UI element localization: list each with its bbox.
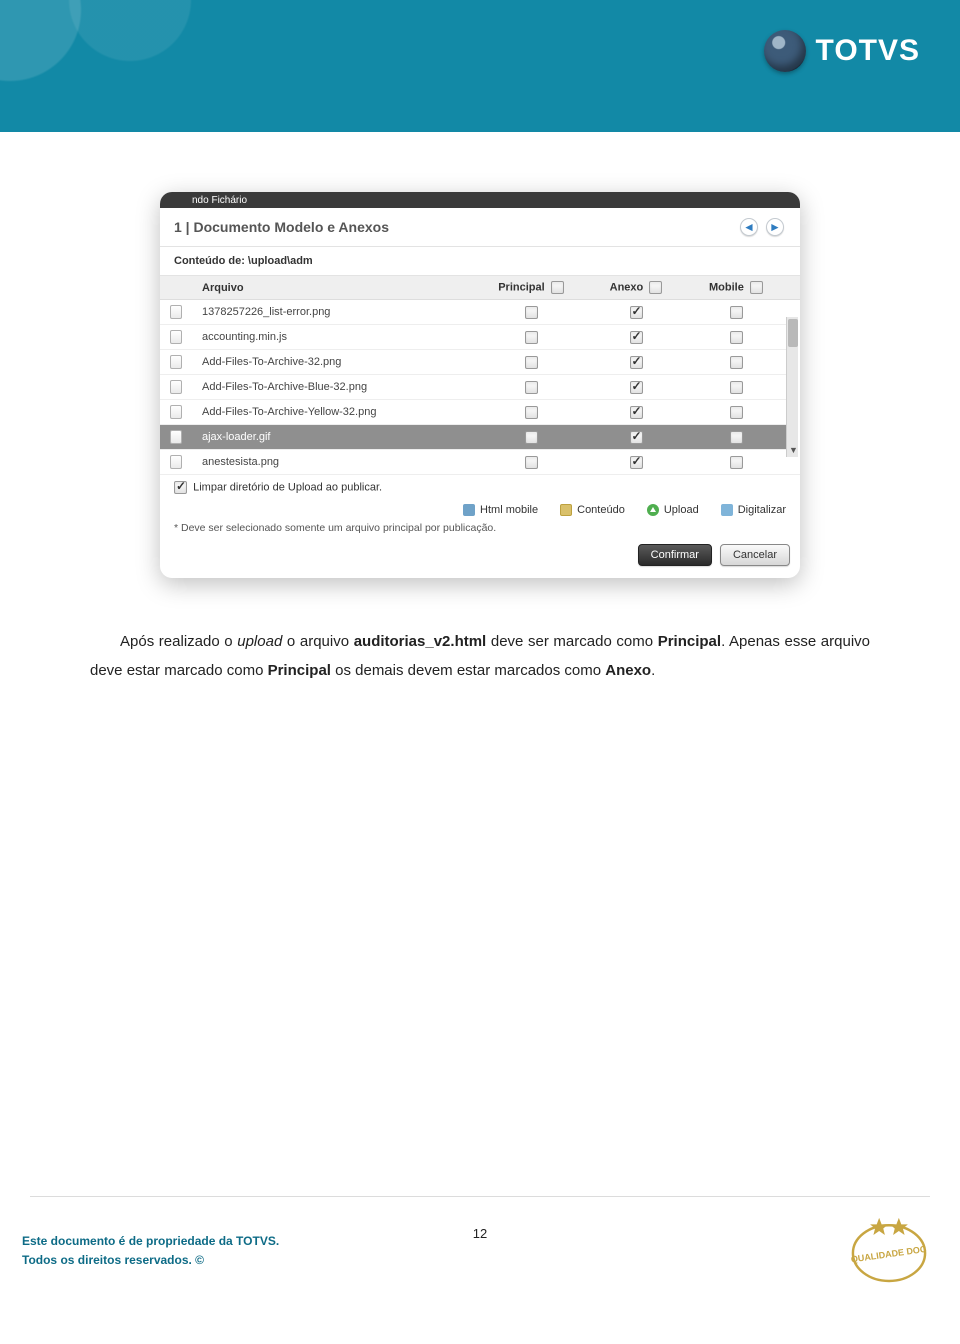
principal-note: * Deve ser selecionado somente um arquiv… <box>160 522 800 544</box>
html-mobile-icon <box>463 504 475 516</box>
file-icon <box>170 455 182 469</box>
principal-checkbox[interactable] <box>525 381 538 394</box>
page-header: TOTVS <box>0 0 960 132</box>
table-scrollbar[interactable]: ▼ <box>786 317 798 457</box>
file-name: ajax-loader.gif <box>192 425 476 450</box>
file-name: accounting.min.js <box>192 325 476 350</box>
table-row[interactable]: 1378257226_list-error.png▼ <box>160 300 800 325</box>
table-row[interactable]: Add-Files-To-Archive-Blue-32.png <box>160 375 800 400</box>
window-title: ndo Fichário <box>160 192 800 208</box>
table-row[interactable]: ajax-loader.gif <box>160 425 800 450</box>
file-icon <box>170 380 182 394</box>
mobile-checkbox[interactable] <box>730 306 743 319</box>
table-row[interactable]: anestesista.png <box>160 450 800 475</box>
dialog-header: 1 | Documento Modelo e Anexos ◄ ► <box>160 208 800 247</box>
dialog-title: 1 | Documento Modelo e Anexos <box>174 219 389 235</box>
action-digitalizar[interactable]: Digitalizar <box>721 504 786 516</box>
dialog-actions: Html mobile Conteúdo Upload Digitalizar <box>160 498 800 522</box>
cancel-button[interactable]: Cancelar <box>720 544 790 566</box>
nav-prev-icon[interactable]: ◄ <box>740 218 758 236</box>
file-icon <box>170 430 182 444</box>
file-icon <box>170 355 182 369</box>
header-principal-checkbox[interactable] <box>551 281 564 294</box>
confirm-button[interactable]: Confirmar <box>638 544 712 566</box>
file-name: anestesista.png <box>192 450 476 475</box>
conteudo-icon <box>560 504 572 516</box>
mobile-checkbox[interactable] <box>730 356 743 369</box>
nav-next-icon[interactable]: ► <box>766 218 784 236</box>
header-anexo-checkbox[interactable] <box>649 281 662 294</box>
action-html-mobile[interactable]: Html mobile <box>463 504 538 516</box>
mobile-checkbox[interactable] <box>730 406 743 419</box>
quality-stamp-icon: QUALIDADE DOC <box>846 1208 932 1290</box>
action-conteudo[interactable]: Conteúdo <box>560 504 625 516</box>
anexo-checkbox[interactable] <box>630 331 643 344</box>
scan-icon <box>721 504 733 516</box>
principal-checkbox[interactable] <box>525 456 538 469</box>
brand-logo: TOTVS <box>764 30 920 72</box>
anexo-checkbox[interactable] <box>630 456 643 469</box>
table-row[interactable]: Add-Files-To-Archive-32.png <box>160 350 800 375</box>
principal-checkbox[interactable] <box>525 331 538 344</box>
footer-copyright: Este documento é de propriedade da TOTVS… <box>22 1232 279 1270</box>
principal-checkbox[interactable] <box>525 356 538 369</box>
table-row[interactable]: accounting.min.js <box>160 325 800 350</box>
action-upload[interactable]: Upload <box>647 504 699 516</box>
mobile-checkbox[interactable] <box>730 456 743 469</box>
header-mobile-checkbox[interactable] <box>750 281 763 294</box>
principal-checkbox[interactable] <box>525 431 538 444</box>
principal-checkbox[interactable] <box>525 306 538 319</box>
file-table: Arquivo Principal Anexo Mobile 137825722… <box>160 276 800 475</box>
mobile-checkbox[interactable] <box>730 331 743 344</box>
footer-divider <box>30 1196 930 1197</box>
upload-icon <box>647 504 659 516</box>
principal-checkbox[interactable] <box>525 406 538 419</box>
file-icon <box>170 305 182 319</box>
brand-text: TOTVS <box>816 34 920 68</box>
col-principal: Principal <box>498 281 544 293</box>
file-icon <box>170 405 182 419</box>
table-row[interactable]: Add-Files-To-Archive-Yellow-32.png <box>160 400 800 425</box>
file-icon <box>170 330 182 344</box>
clear-upload-checkbox[interactable] <box>174 481 187 494</box>
col-arquivo: Arquivo <box>192 276 476 300</box>
breadcrumb: Conteúdo de: \upload\adm <box>160 247 800 276</box>
file-name: Add-Files-To-Archive-Blue-32.png <box>192 375 476 400</box>
mobile-checkbox[interactable] <box>730 381 743 394</box>
instruction-paragraph: Após realizado o upload o arquivo audito… <box>90 628 870 685</box>
dialog-screenshot: ndo Fichário 1 | Documento Modelo e Anex… <box>160 192 800 578</box>
svg-text:QUALIDADE DOC: QUALIDADE DOC <box>850 1244 927 1265</box>
anexo-checkbox[interactable] <box>630 406 643 419</box>
anexo-checkbox[interactable] <box>630 306 643 319</box>
col-mobile: Mobile <box>709 281 744 293</box>
clear-upload-label: Limpar diretório de Upload ao publicar. <box>193 481 382 493</box>
clear-upload-row: Limpar diretório de Upload ao publicar. <box>160 475 800 498</box>
file-name: Add-Files-To-Archive-Yellow-32.png <box>192 400 476 425</box>
brand-sphere-icon <box>764 30 806 72</box>
anexo-checkbox[interactable] <box>630 356 643 369</box>
anexo-checkbox[interactable] <box>630 431 643 444</box>
anexo-checkbox[interactable] <box>630 381 643 394</box>
mobile-checkbox[interactable] <box>730 431 743 444</box>
file-name: Add-Files-To-Archive-32.png <box>192 350 476 375</box>
col-anexo: Anexo <box>610 281 644 293</box>
file-name: 1378257226_list-error.png <box>192 300 476 325</box>
